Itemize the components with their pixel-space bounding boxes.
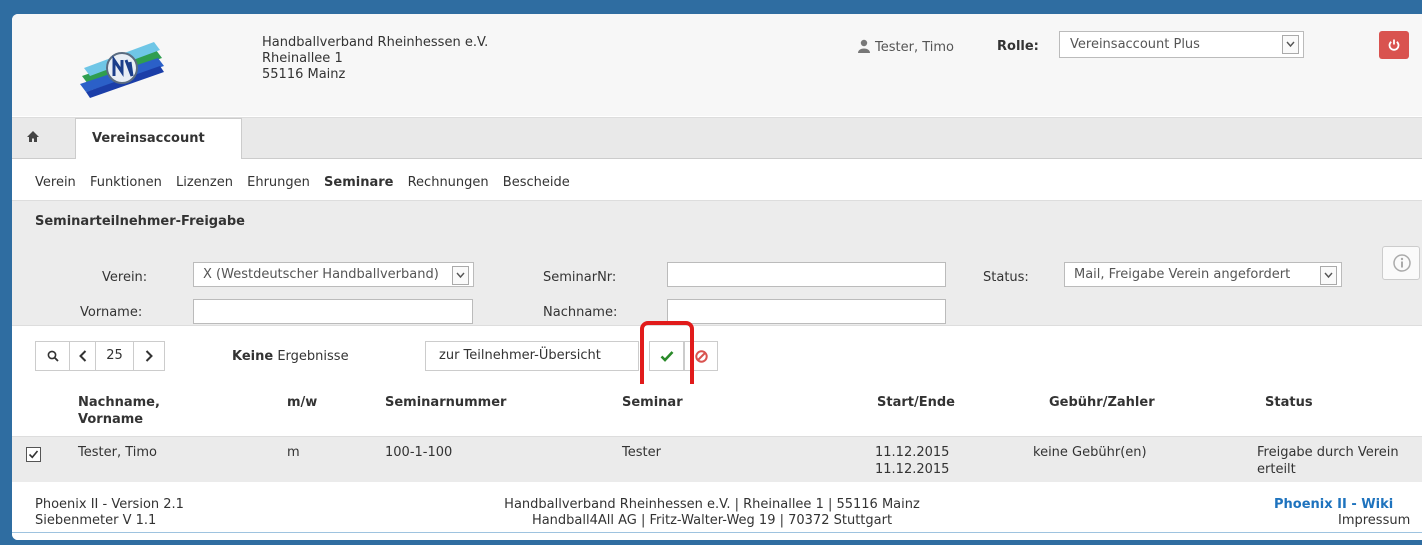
participant-overview-button[interactable]: zur Teilnehmer-Übersicht bbox=[425, 341, 639, 371]
organization-address: Handballverband Rheinhessen e.V. Rheinal… bbox=[262, 35, 488, 83]
cell-name: Tester, Timo bbox=[78, 445, 157, 460]
tab-vereinsaccount-label: Vereinsaccount bbox=[92, 131, 205, 146]
info-button[interactable] bbox=[1382, 246, 1420, 280]
cell-seminar-number: 100-1-100 bbox=[385, 445, 453, 460]
footer-address-2: Handball4All AG | Fritz-Walter-Weg 19 | … bbox=[531, 513, 893, 528]
chevron-down-icon[interactable] bbox=[452, 266, 469, 285]
info-icon bbox=[1393, 254, 1411, 272]
cancel-icon bbox=[695, 350, 708, 363]
results-count-text: Ergebnisse bbox=[277, 349, 349, 364]
subnav-item-bescheide[interactable]: Bescheide bbox=[503, 175, 570, 190]
search-icon bbox=[47, 350, 59, 362]
org-name: Handballverband Rheinhessen e.V. bbox=[262, 35, 489, 50]
chevron-down-icon[interactable] bbox=[1282, 35, 1299, 54]
column-header-seminar-number[interactable]: Seminarnummer bbox=[385, 394, 506, 411]
chevron-down-icon[interactable] bbox=[1320, 266, 1337, 285]
power-icon bbox=[1388, 39, 1400, 51]
impressum-link[interactable]: Impressum bbox=[1338, 513, 1410, 529]
verein-select-value: X (Westdeutscher Handballverband) bbox=[203, 267, 439, 282]
seminarnr-input[interactable] bbox=[667, 262, 946, 287]
nachname-label: Nachname: bbox=[543, 305, 618, 320]
page-size-field[interactable]: 25 bbox=[96, 342, 134, 370]
participant-overview-label: zur Teilnehmer-Übersicht bbox=[439, 348, 601, 363]
verein-label: Verein: bbox=[102, 270, 148, 285]
app-window: Handballverband Rheinhessen e.V. Rheinal… bbox=[12, 14, 1422, 540]
cell-end-date: 11.12.2015 bbox=[875, 462, 950, 477]
column-header-gender[interactable]: m/w bbox=[287, 394, 317, 411]
subnav-item-seminare[interactable]: Seminare bbox=[324, 175, 393, 190]
footer-divider bbox=[12, 532, 1422, 533]
filter-panel: Seminarteilnehmer-Freigabe Verein: X (We… bbox=[12, 200, 1422, 326]
user-icon bbox=[857, 39, 871, 53]
footer-address-1: Handballverband Rheinhessen e.V. | Rhein… bbox=[504, 497, 920, 512]
filter-title: Seminarteilnehmer-Freigabe bbox=[35, 214, 245, 229]
column-header-status[interactable]: Status bbox=[1265, 394, 1313, 411]
role-select-value: Vereinsaccount Plus bbox=[1070, 37, 1200, 52]
table-row[interactable]: Tester, Timo m 100-1-100 Tester 11.12.20… bbox=[12, 436, 1422, 484]
results-toolbar: 25 Keine Ergebnisse zur Teilnehmer-Übers… bbox=[12, 336, 1422, 380]
highlight-annotation bbox=[640, 321, 694, 393]
cell-status-line1: Freigabe durch Verein bbox=[1257, 445, 1399, 460]
wiki-link[interactable]: Phoenix II - Wiki bbox=[1274, 497, 1393, 513]
cell-seminar: Tester bbox=[622, 445, 661, 460]
tab-bar: Vereinsaccount bbox=[12, 117, 1422, 159]
status-select[interactable]: Mail, Freigabe Verein angefordert bbox=[1064, 262, 1342, 287]
column-header-name[interactable]: Nachname, Vorname bbox=[78, 394, 208, 428]
seminarnr-label: SeminarNr: bbox=[543, 270, 617, 285]
sub-navigation: Verein Funktionen Lizenzen Ehrungen Semi… bbox=[35, 175, 580, 190]
user-name: Tester, Timo bbox=[875, 40, 954, 55]
checkbox-icon bbox=[28, 450, 39, 459]
page-size-value: 25 bbox=[106, 348, 123, 363]
subnav-item-verein[interactable]: Verein bbox=[35, 175, 76, 190]
subnav-item-funktionen[interactable]: Funktionen bbox=[90, 175, 162, 190]
current-user[interactable]: Tester, Timo bbox=[857, 39, 954, 55]
status-select-value: Mail, Freigabe Verein angefordert bbox=[1074, 267, 1291, 282]
status-label: Status: bbox=[983, 270, 1029, 285]
vorname-input[interactable] bbox=[193, 299, 473, 324]
chevron-right-icon bbox=[145, 350, 153, 362]
cell-start-date: 11.12.2015 bbox=[875, 445, 950, 460]
vorname-label: Vorname: bbox=[80, 305, 143, 320]
previous-page-button[interactable] bbox=[70, 342, 96, 370]
results-count-bold: Keine bbox=[232, 349, 274, 364]
subnav-item-ehrungen[interactable]: Ehrungen bbox=[247, 175, 310, 190]
nachname-input[interactable] bbox=[667, 299, 946, 324]
search-button[interactable] bbox=[36, 342, 70, 370]
home-icon[interactable] bbox=[26, 130, 40, 147]
cell-fee: keine Gebühr(en) bbox=[1033, 445, 1147, 460]
cell-status-line2: erteilt bbox=[1257, 462, 1296, 477]
federation-logo bbox=[72, 32, 172, 102]
tab-vereinsaccount[interactable]: Vereinsaccount bbox=[75, 118, 242, 159]
row-checkbox[interactable] bbox=[26, 447, 41, 462]
role-label: Rolle: bbox=[997, 39, 1039, 54]
subnav-item-rechnungen[interactable]: Rechnungen bbox=[408, 175, 489, 190]
chevron-left-icon bbox=[79, 350, 87, 362]
next-page-button[interactable] bbox=[134, 342, 164, 370]
org-street: Rheinallee 1 bbox=[262, 51, 343, 66]
header: Handballverband Rheinhessen e.V. Rheinal… bbox=[12, 14, 1422, 116]
pagination-group: 25 bbox=[35, 341, 165, 371]
verein-select[interactable]: X (Westdeutscher Handballverband) bbox=[193, 262, 474, 287]
role-select[interactable]: Vereinsaccount Plus bbox=[1059, 31, 1304, 58]
footer: Phoenix II - Version 2.1 Siebenmeter V 1… bbox=[12, 482, 1422, 540]
org-city: 55116 Mainz bbox=[262, 67, 346, 82]
column-header-fee[interactable]: Gebühr/Zahler bbox=[1049, 394, 1155, 411]
table-header: Nachname, Vorname m/w Seminarnummer Semi… bbox=[12, 384, 1422, 434]
column-header-seminar[interactable]: Seminar bbox=[622, 394, 683, 411]
column-header-start-end[interactable]: Start/Ende bbox=[877, 394, 955, 411]
subnav-item-lizenzen[interactable]: Lizenzen bbox=[176, 175, 233, 190]
logout-button[interactable] bbox=[1379, 31, 1409, 59]
cell-gender: m bbox=[287, 445, 300, 460]
results-count: Keine Ergebnisse bbox=[232, 349, 349, 364]
